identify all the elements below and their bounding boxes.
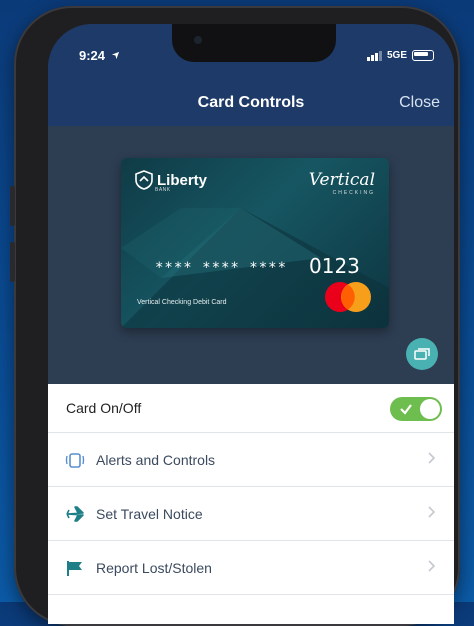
card-onoff-toggle[interactable] bbox=[390, 397, 442, 421]
cards-icon bbox=[414, 348, 430, 360]
alerts-icon bbox=[64, 451, 86, 469]
menu-item-label: Report Lost/Stolen bbox=[96, 559, 212, 576]
chevron-right-icon bbox=[428, 452, 436, 464]
card-type-label: Vertical Checking Debit Card bbox=[137, 299, 227, 306]
card-bank-logo: Liberty bbox=[135, 170, 207, 190]
page-title: Card Controls bbox=[197, 94, 305, 111]
flag-icon bbox=[64, 559, 86, 577]
battery-icon bbox=[412, 50, 434, 61]
phone-notch bbox=[172, 24, 336, 62]
card-product-name: Vertical bbox=[308, 170, 375, 190]
menu-item-label: Set Travel Notice bbox=[96, 505, 203, 522]
check-icon bbox=[400, 404, 412, 415]
location-arrow-icon bbox=[111, 51, 119, 60]
app-screen: 9:24 5GE Card Controls Close Liberty BAN… bbox=[48, 24, 454, 624]
card-bank-name: Liberty bbox=[157, 171, 208, 189]
controls-list: Card On/Off Alerts and Controls Set Trav… bbox=[48, 384, 454, 624]
card-last-four: 0123 bbox=[309, 254, 360, 278]
camera-dot bbox=[194, 36, 202, 44]
phone-side-button bbox=[10, 186, 15, 226]
menu-item-alerts[interactable]: Alerts and Controls bbox=[48, 433, 454, 487]
card-product-sub: CHECKING bbox=[332, 190, 375, 196]
status-time: 9:24 bbox=[79, 48, 120, 63]
status-indicators: 5GE bbox=[366, 50, 434, 61]
menu-item-lost-stolen[interactable]: Report Lost/Stolen bbox=[48, 541, 454, 595]
menu-item-travel[interactable]: Set Travel Notice bbox=[48, 487, 454, 541]
phone-side-button bbox=[10, 242, 15, 282]
chevron-right-icon bbox=[428, 560, 436, 572]
airplane-icon bbox=[64, 505, 86, 523]
status-time-text: 9:24 bbox=[79, 48, 106, 63]
debit-card: Liberty BANK Vertical CHECKING **** ****… bbox=[121, 158, 389, 328]
menu-item-label: Alerts and Controls bbox=[96, 451, 216, 468]
card-masked-number: **** **** **** bbox=[155, 260, 288, 276]
signal-icon bbox=[366, 50, 382, 61]
toggle-knob bbox=[420, 399, 440, 419]
network-label: 5GE bbox=[386, 50, 407, 61]
mastercard-logo-icon bbox=[325, 282, 371, 312]
card-flip-button[interactable] bbox=[406, 338, 438, 370]
card-onoff-label: Card On/Off bbox=[66, 400, 142, 416]
shield-logo-icon bbox=[135, 170, 153, 190]
close-button[interactable]: Close bbox=[399, 94, 440, 112]
card-bank-sub: BANK bbox=[155, 187, 171, 193]
chevron-right-icon bbox=[428, 506, 436, 518]
card-onoff-row: Card On/Off bbox=[48, 384, 454, 433]
phone-frame: 9:24 5GE Card Controls Close Liberty BAN… bbox=[10, 6, 460, 626]
